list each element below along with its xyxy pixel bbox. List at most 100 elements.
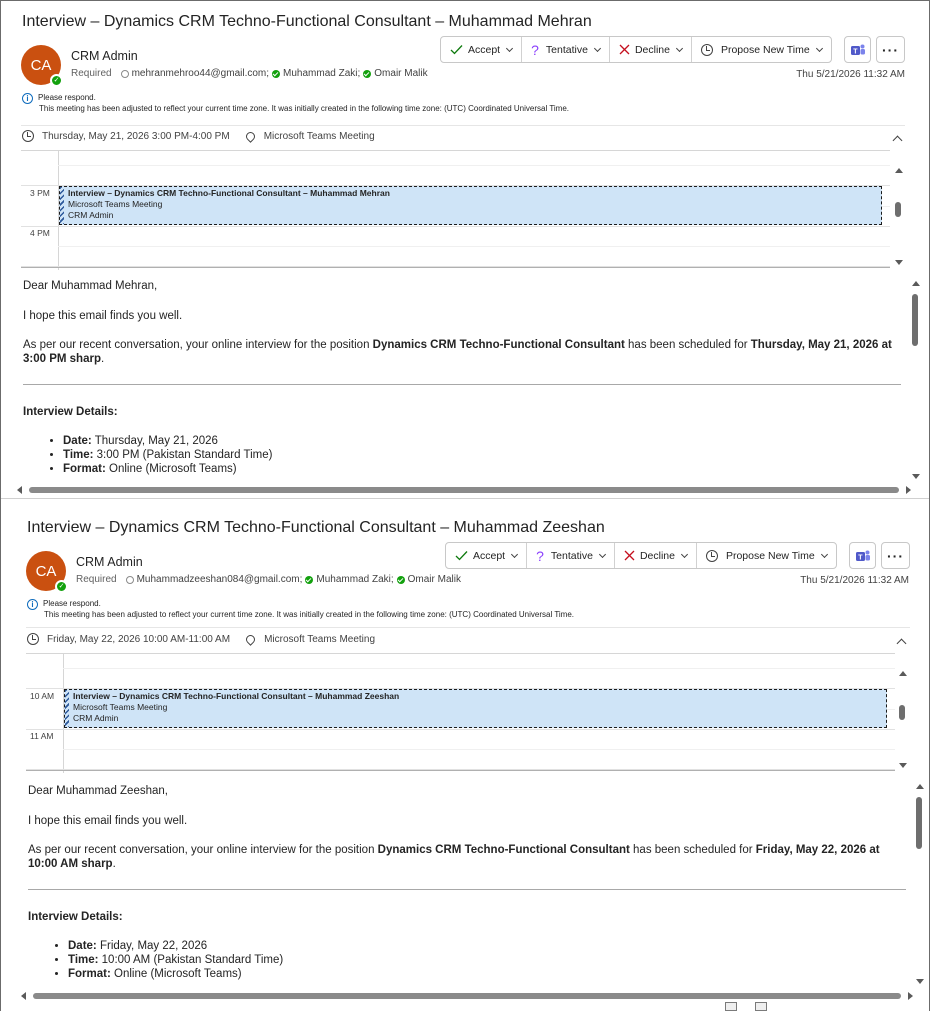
recipient[interactable]: Muhammad Zaki;: [283, 68, 360, 79]
tentative-button[interactable]: ? Tentative: [527, 543, 615, 568]
scroll-left-icon[interactable]: [17, 486, 22, 494]
body-paragraph: As per our recent conversation, your onl…: [28, 843, 906, 871]
details-heading: Interview Details:: [28, 911, 123, 923]
gridline: [58, 246, 890, 247]
close-icon: [624, 550, 635, 561]
message-datetime: Thu 5/21/2026 11:32 AM: [800, 575, 909, 586]
detail-value: 3:00 PM (Pakistan Standard Time): [93, 449, 273, 461]
window-frame: Interview – Dynamics CRM Techno-Function…: [0, 0, 930, 1011]
detail-value: Online (Microsoft Teams): [105, 463, 237, 475]
list-item: Date: Thursday, May 21, 2026: [63, 434, 272, 448]
scroll-down-icon[interactable]: [912, 474, 920, 479]
scroll-thumb[interactable]: [33, 993, 901, 999]
clock-icon: [705, 549, 718, 562]
body-scrollbar[interactable]: [909, 278, 923, 486]
chevron-down-icon: [815, 44, 823, 52]
recipient[interactable]: mehranmehroo44@gmail.com;: [132, 68, 269, 79]
event-location: Microsoft Teams Meeting: [68, 199, 163, 209]
location-pin-icon: [243, 129, 257, 143]
scroll-thumb[interactable]: [895, 202, 901, 217]
list-item: Date: Friday, May 22, 2026: [68, 939, 283, 953]
scroll-up-icon[interactable]: [916, 784, 924, 789]
notice-line-1: Please respond.: [43, 599, 101, 608]
gridline: [26, 729, 895, 730]
decline-button[interactable]: Decline: [610, 37, 692, 62]
calendar-event[interactable]: Interview – Dynamics CRM Techno-Function…: [64, 689, 887, 728]
more-options-button[interactable]: ···: [876, 36, 905, 63]
scroll-thumb[interactable]: [916, 797, 922, 849]
event-title: Interview – Dynamics CRM Techno-Function…: [73, 691, 400, 701]
info-icon: i: [22, 93, 33, 104]
scroll-thumb[interactable]: [29, 487, 899, 493]
required-label: Required: [76, 574, 117, 585]
rsvp-button-group: Accept ? Tentative Decline Propose New T…: [445, 542, 837, 569]
scroll-down-icon[interactable]: [899, 763, 907, 768]
avatar[interactable]: CA ✓: [26, 551, 68, 593]
teams-join-button[interactable]: T: [849, 542, 876, 569]
gridline: [63, 668, 895, 669]
horizontal-scrollbar[interactable]: [19, 990, 915, 1002]
accept-button[interactable]: Accept: [441, 37, 523, 62]
decline-button[interactable]: Decline: [615, 543, 697, 568]
text: .: [100, 353, 105, 365]
horizontal-scrollbar[interactable]: [15, 484, 913, 496]
more-options-button[interactable]: ···: [881, 542, 910, 569]
divider: [26, 627, 910, 628]
scroll-right-icon[interactable]: [908, 992, 913, 1000]
presence-available-icon: [396, 575, 405, 584]
body-scrollbar[interactable]: [913, 781, 927, 991]
clock-icon: [27, 633, 39, 645]
detail-label: Format:: [68, 968, 111, 980]
scroll-right-icon[interactable]: [906, 486, 911, 494]
propose-new-time-button[interactable]: Propose New Time: [692, 37, 831, 62]
sender-name[interactable]: CRM Admin: [76, 555, 143, 569]
scroll-up-icon[interactable]: [895, 168, 903, 173]
decline-label: Decline: [639, 549, 675, 562]
chevron-down-icon: [593, 44, 601, 52]
scroll-left-icon[interactable]: [21, 992, 26, 1000]
recipient[interactable]: Omair Malik: [408, 574, 461, 585]
tentative-button[interactable]: ? Tentative: [522, 37, 610, 62]
meeting-when: Thursday, May 21, 2026 3:00 PM-4:00 PM M…: [22, 129, 375, 143]
detail-value: Online (Microsoft Teams): [110, 968, 242, 980]
view-reading-icon[interactable]: [755, 1002, 767, 1011]
presence-available-icon: ✓: [50, 74, 63, 87]
avatar[interactable]: CA ✓: [21, 45, 63, 87]
svg-text:T: T: [853, 48, 858, 55]
scroll-down-icon[interactable]: [916, 979, 924, 984]
recipient-list: Required Muhammadzeeshan084@gmail.com; M…: [76, 574, 461, 585]
view-normal-icon[interactable]: [725, 1002, 737, 1011]
presence-unknown-icon: [125, 575, 134, 584]
chevron-up-icon[interactable]: [892, 135, 903, 146]
event-organizer: CRM Admin: [73, 713, 119, 723]
svg-text:T: T: [858, 554, 863, 561]
scroll-up-icon[interactable]: [912, 281, 920, 286]
scroll-thumb[interactable]: [912, 294, 918, 346]
gridline: [58, 165, 890, 166]
list-item: Format: Online (Microsoft Teams): [68, 967, 283, 981]
scroll-thumb[interactable]: [899, 705, 905, 720]
message-panel-2: Interview – Dynamics CRM Techno-Function…: [1, 506, 929, 1011]
teams-join-button[interactable]: T: [844, 36, 871, 63]
calendar-event[interactable]: Interview – Dynamics CRM Techno-Function…: [59, 186, 882, 225]
recipient[interactable]: Omair Malik: [374, 68, 427, 79]
detail-label: Time:: [68, 954, 99, 966]
chevron-down-icon: [511, 550, 519, 558]
calendar-scrollbar[interactable]: [896, 667, 908, 771]
chevron-down-icon: [680, 550, 689, 558]
recipient[interactable]: Muhammadzeeshan084@gmail.com;: [137, 574, 303, 585]
recipient[interactable]: Muhammad Zaki;: [316, 574, 393, 585]
checkmark-icon: [455, 551, 468, 561]
scroll-down-icon[interactable]: [895, 260, 903, 265]
chevron-up-icon[interactable]: [896, 638, 907, 649]
details-heading: Interview Details:: [23, 406, 118, 418]
accept-button[interactable]: Accept: [446, 543, 528, 568]
required-label: Required: [71, 68, 112, 79]
chevron-down-icon: [506, 44, 514, 52]
calendar-scrollbar[interactable]: [892, 164, 904, 268]
scroll-up-icon[interactable]: [899, 671, 907, 676]
divider: [21, 267, 890, 268]
sender-name[interactable]: CRM Admin: [71, 49, 138, 63]
propose-new-time-button[interactable]: Propose New Time: [697, 543, 836, 568]
location-pin-icon: [244, 632, 257, 646]
